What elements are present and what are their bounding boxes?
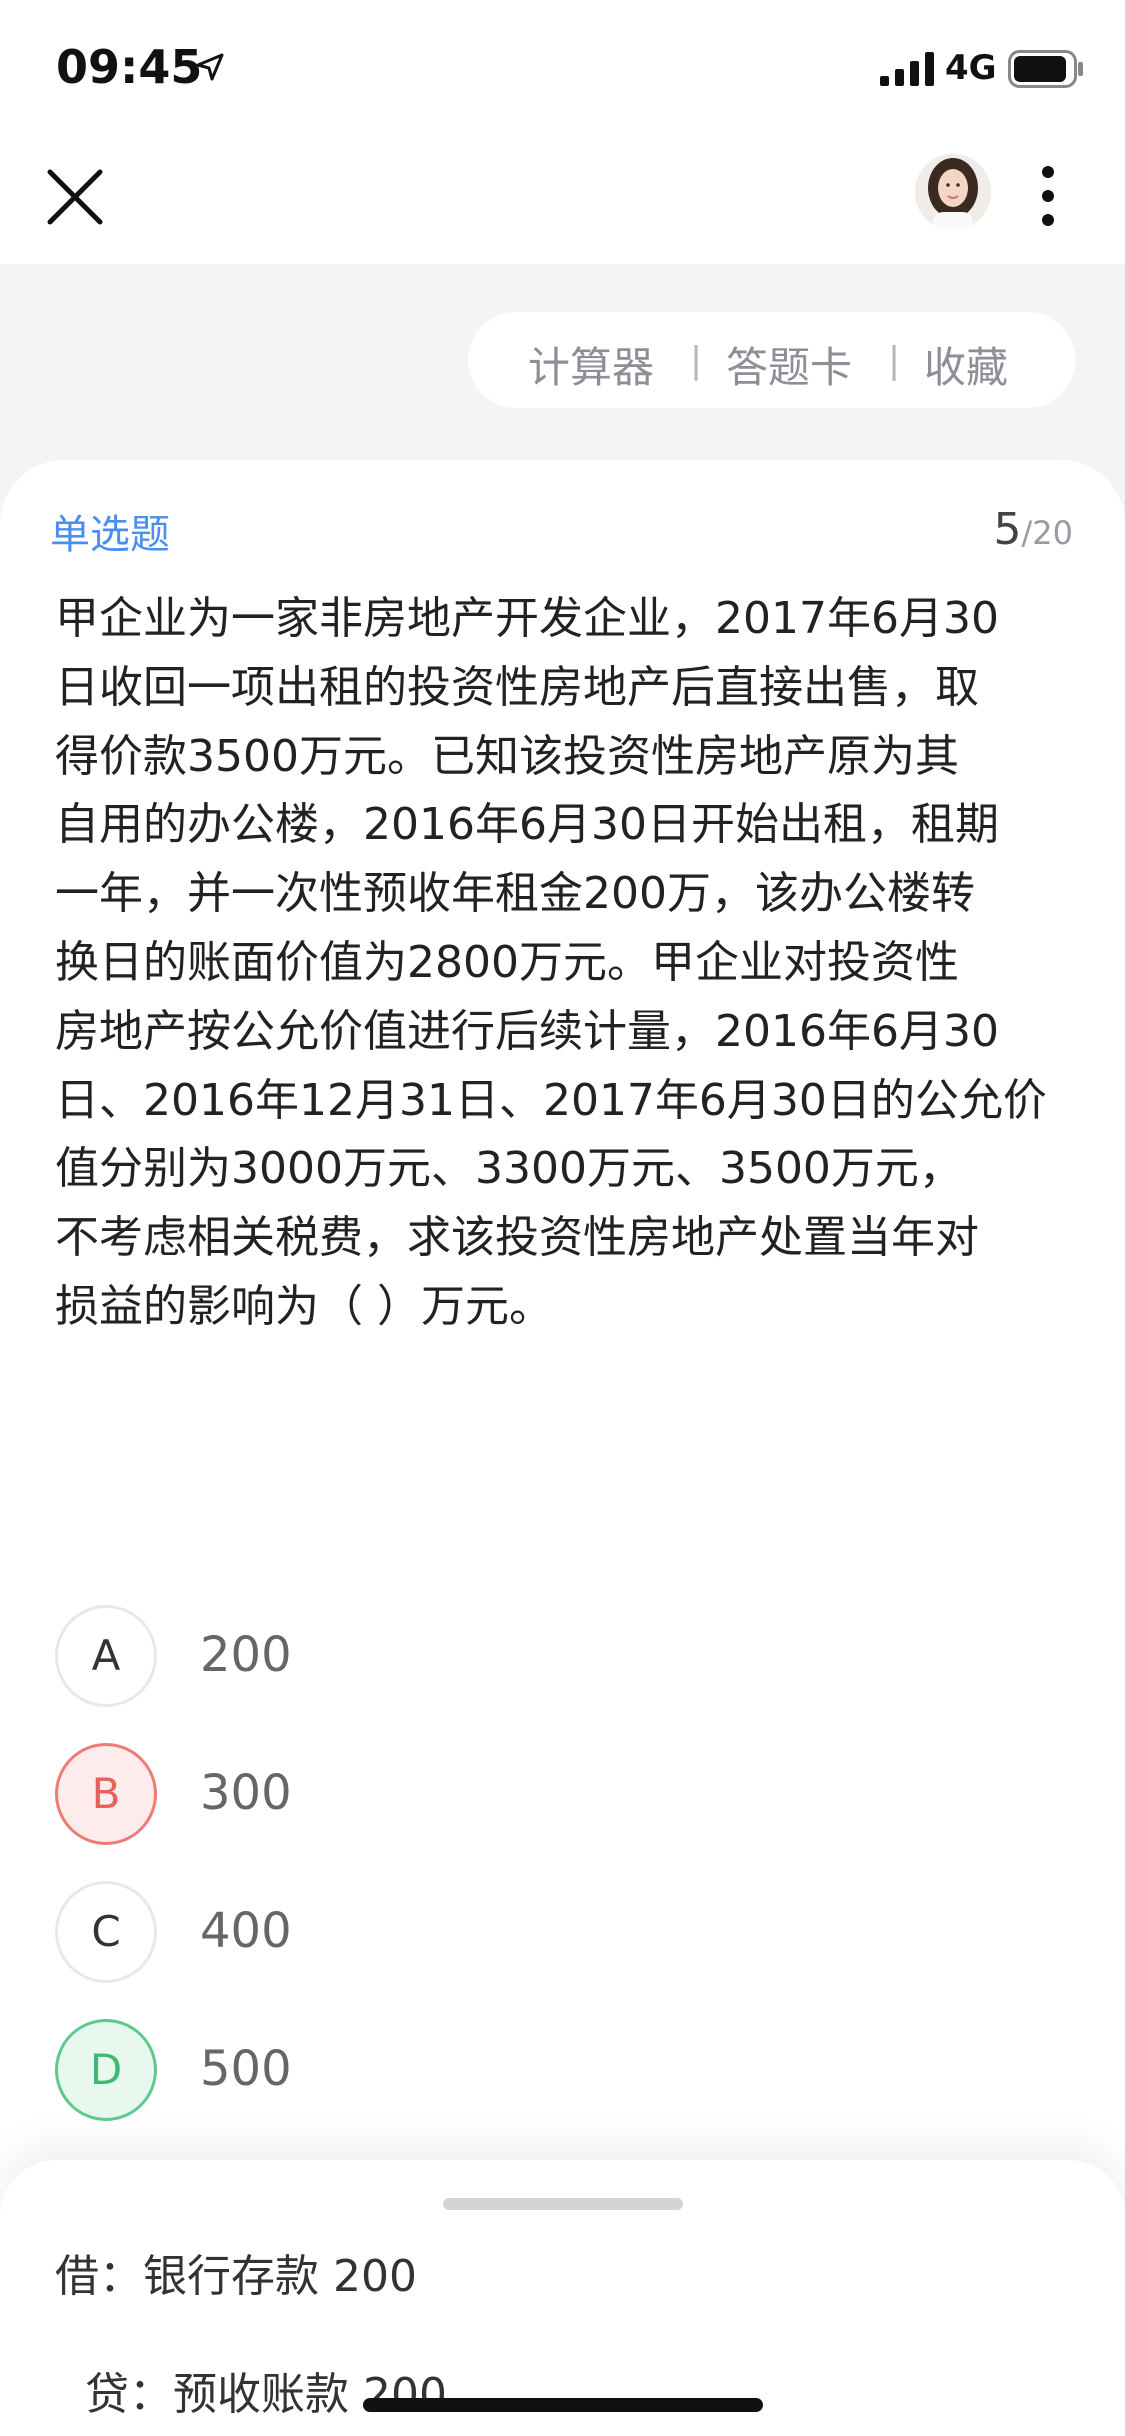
user-avatar[interactable] (915, 154, 991, 230)
option-c[interactable]: C 400 (55, 1881, 755, 1983)
home-indicator[interactable] (363, 2398, 763, 2412)
question-progress: 5/20 (994, 504, 1074, 555)
answer-card-button[interactable]: 答题卡 (726, 334, 852, 395)
more-vertical-icon[interactable] (1030, 160, 1066, 232)
option-letter: C (55, 1881, 157, 1983)
current-question-number: 5 (993, 504, 1022, 555)
question-tools: 计算器 | 答题卡 | 收藏 (468, 312, 1075, 408)
location-arrow-icon (196, 53, 224, 81)
journal-entry-credit: 贷：预收账款 200 (85, 2369, 447, 2420)
option-letter: D (55, 2019, 157, 2121)
option-b[interactable]: B 300 (55, 1743, 755, 1845)
calculator-button[interactable]: 计算器 (528, 334, 654, 395)
option-text: 200 (200, 1627, 292, 1683)
question-card: 单选题 5/20 甲企业为一家非房地产开发企业，2017年6月30 日收回一项出… (0, 460, 1125, 2436)
close-icon[interactable] (40, 162, 110, 232)
option-letter: B (55, 1743, 157, 1845)
signal-icon (880, 52, 934, 86)
journal-entry-debit: 借：银行存款 200 (55, 2251, 417, 2302)
nav-bar (0, 132, 1125, 264)
option-d[interactable]: D 500 (55, 2019, 755, 2121)
question-type: 单选题 (50, 512, 170, 558)
sheet-drag-handle[interactable] (443, 2198, 683, 2210)
favorite-button[interactable]: 收藏 (924, 334, 1008, 395)
separator: | (888, 340, 901, 381)
total-questions: /20 (1021, 514, 1074, 552)
option-a[interactable]: A 200 (55, 1605, 755, 1707)
analysis-sheet[interactable]: 借：银行存款 200 贷：预收账款 200 (0, 2160, 1125, 2436)
option-letter: A (55, 1605, 157, 1707)
separator: | (690, 340, 703, 381)
option-text: 300 (200, 1765, 292, 1821)
option-text: 500 (200, 2041, 292, 2097)
status-bar: 09:45 4G (0, 0, 1125, 132)
question-text: 甲企业为一家非房地产开发企业，2017年6月30 日收回一项出租的投资性房地产后… (55, 593, 1047, 1332)
battery-icon (1008, 50, 1083, 88)
status-time: 09:45 (56, 40, 203, 94)
network-type: 4G (945, 48, 997, 88)
option-text: 400 (200, 1903, 292, 1959)
